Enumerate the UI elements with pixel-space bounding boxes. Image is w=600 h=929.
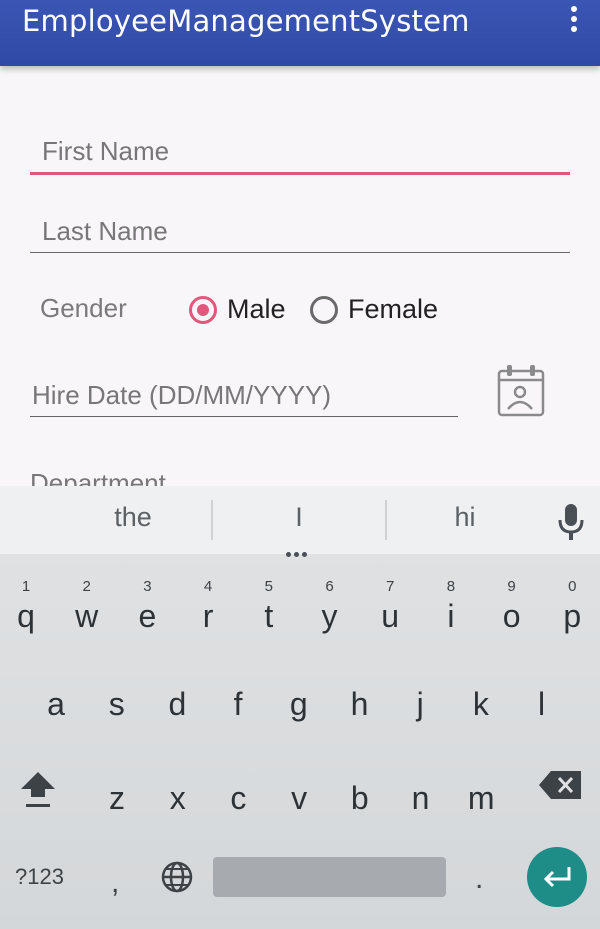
key-label: g [289, 686, 308, 722]
shift-icon[interactable] [17, 769, 59, 809]
key-label: b [350, 780, 369, 816]
key-label: h [350, 686, 369, 722]
gender-male-radio[interactable]: Male [189, 294, 286, 325]
key-label: m [467, 780, 495, 816]
key[interactable]: c [208, 768, 268, 828]
key-label: i [447, 598, 455, 634]
key-label: k [472, 686, 489, 722]
suggestion-2[interactable]: I [239, 502, 359, 533]
key-number-hint: 8 [446, 578, 456, 595]
key[interactable]: 6y [300, 578, 360, 646]
gender-male-label: Male [227, 294, 286, 324]
key[interactable]: l [512, 674, 572, 734]
space-key[interactable] [213, 857, 446, 897]
suggestion-strip: the I hi [0, 486, 600, 557]
key[interactable]: 1q [0, 578, 56, 646]
key[interactable]: 5t [239, 578, 299, 646]
key[interactable]: 0p [542, 578, 600, 646]
key-label: t [264, 598, 274, 634]
key-label: d [168, 686, 187, 722]
key[interactable]: a [26, 674, 86, 734]
key[interactable]: 9o [482, 578, 542, 646]
key-label: f [233, 686, 243, 722]
gender-label: Gender [40, 293, 127, 323]
key-label: s [108, 686, 125, 722]
last-name-input[interactable] [40, 215, 564, 248]
globe-icon[interactable] [160, 860, 194, 894]
key-label: v [291, 780, 308, 816]
key-label: y [321, 598, 338, 634]
comma-key[interactable]: , [111, 866, 119, 900]
key[interactable]: 4r [178, 578, 238, 646]
first-name-input[interactable] [40, 135, 564, 168]
key[interactable]: g [269, 674, 329, 734]
key-label: q [17, 598, 35, 634]
enter-key[interactable] [527, 847, 587, 907]
key-label: l [538, 686, 546, 722]
key-number-hint: 9 [507, 578, 516, 595]
gender-female-radio[interactable]: Female [310, 294, 438, 325]
app-title: EmployeeManagementSystem [22, 4, 470, 38]
key-number-hint: 6 [325, 578, 334, 595]
key-number-hint: 2 [82, 578, 91, 595]
employee-form: Gender Male Female Department [0, 66, 600, 498]
more-suggestions-icon[interactable] [286, 542, 310, 561]
key[interactable]: z [87, 768, 147, 828]
key-label: x [169, 780, 186, 816]
key-number-hint: 5 [264, 578, 273, 595]
enter-icon [543, 867, 571, 888]
key-label: c [230, 780, 247, 816]
key-number-hint: 1 [21, 578, 31, 595]
key[interactable]: 7u [360, 578, 420, 646]
key[interactable]: v [269, 768, 329, 828]
key[interactable]: b [330, 768, 390, 828]
key[interactable]: x [148, 768, 208, 828]
last-name-field[interactable] [30, 212, 570, 253]
key[interactable]: 8i [421, 578, 481, 646]
key-label: u [381, 598, 400, 634]
key[interactable]: f [208, 674, 268, 734]
key[interactable]: n [391, 768, 451, 828]
key-label: e [138, 598, 157, 634]
key-number-hint: 0 [568, 578, 577, 595]
hire-date-input[interactable] [30, 379, 454, 412]
app-bar: EmployeeManagementSystem [0, 0, 600, 66]
radio-checked-icon [189, 295, 217, 324]
soft-keyboard: the I hi 1q2w3e4r5t6y7u8i9o0p asdfghjkl … [0, 486, 600, 929]
suggestion-3[interactable]: hi [405, 502, 525, 533]
key-label: p [563, 598, 582, 634]
key-label: o [502, 598, 521, 634]
key[interactable]: d [147, 674, 207, 734]
key-number-hint: 7 [386, 578, 395, 595]
suggestion-1[interactable]: the [73, 502, 193, 533]
key-number-hint: 3 [143, 578, 152, 595]
key[interactable]: s [87, 674, 147, 734]
key[interactable]: 2w [57, 578, 117, 646]
hire-date-field[interactable] [30, 376, 458, 417]
key-label: w [75, 598, 99, 634]
key[interactable]: h [330, 674, 390, 734]
key[interactable]: 3e [117, 578, 177, 646]
microphone-icon[interactable] [556, 502, 586, 542]
gender-female-label: Female [348, 294, 439, 324]
radio-unchecked-icon [310, 295, 338, 324]
key-label: r [202, 598, 214, 634]
key-label: n [411, 780, 430, 816]
period-key[interactable]: . [475, 862, 483, 896]
first-name-field[interactable] [30, 132, 570, 175]
key-label: a [47, 686, 65, 722]
key-number-hint: 4 [203, 578, 213, 595]
key[interactable]: m [451, 768, 511, 828]
overflow-menu-icon[interactable] [568, 6, 580, 36]
key-label: z [109, 780, 125, 816]
key[interactable]: k [451, 674, 511, 734]
backspace-icon[interactable] [539, 771, 583, 799]
calendar-icon[interactable] [496, 363, 546, 419]
key[interactable]: j [390, 674, 450, 734]
symbols-key[interactable]: ?123 [15, 864, 64, 890]
key-label: j [416, 686, 424, 722]
